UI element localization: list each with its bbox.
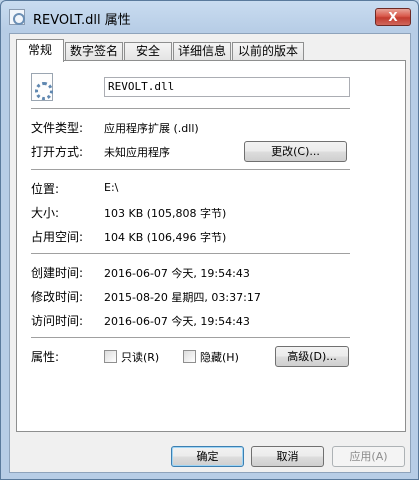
change-button[interactable]: 更改(C)... [244, 141, 347, 162]
apply-button[interactable]: 应用(A) [332, 446, 405, 467]
close-button[interactable]: X [375, 8, 411, 26]
opens-with-value: 未知应用程序 [104, 146, 170, 159]
dialog-client: 常规 数字签名 安全 详细信息 以前的版本 REVOLT.dll 文件类型: 应… [9, 33, 411, 473]
tab-details[interactable]: 详细信息 [173, 42, 231, 61]
hidden-label: 隐藏(H) [200, 351, 239, 364]
modified-label: 修改时间: [31, 290, 84, 304]
separator [31, 253, 350, 255]
readonly-checkbox-box[interactable] [104, 350, 117, 363]
ok-button[interactable]: 确定 [171, 446, 244, 467]
file-type-label: 文件类型: [31, 121, 84, 135]
hidden-checkbox-box[interactable] [183, 350, 196, 363]
opens-with-label: 打开方式: [31, 145, 84, 159]
modified-value: 2015-08-20 星期四, 03:37:17 [104, 291, 261, 304]
readonly-checkbox[interactable]: 只读(R) [104, 350, 184, 364]
location-value: E:\ [104, 181, 119, 194]
file-type-value: 应用程序扩展 (.dll) [104, 122, 199, 135]
location-label: 位置: [31, 182, 60, 196]
dll-file-icon [9, 9, 25, 25]
size-value: 103 KB (105,808 字节) [104, 207, 227, 220]
attributes-label: 属性: [31, 350, 60, 364]
created-value: 2016-06-07 今天, 19:54:43 [104, 267, 250, 280]
accessed-label: 访问时间: [31, 314, 84, 328]
tab-digital-signatures[interactable]: 数字签名 [65, 42, 123, 61]
disk-size-label: 占用空间: [31, 230, 84, 244]
tab-security[interactable]: 安全 [124, 42, 172, 61]
dll-file-icon [31, 73, 53, 101]
tab-general[interactable]: 常规 [16, 39, 64, 62]
file-name-input[interactable]: REVOLT.dll [104, 77, 350, 97]
separator [31, 108, 350, 110]
readonly-label: 只读(R) [121, 351, 160, 364]
window-title: REVOLT.dll 属性 [33, 13, 131, 28]
close-icon: X [388, 10, 398, 24]
hidden-checkbox[interactable]: 隐藏(H) [183, 350, 263, 364]
accessed-value: 2016-06-07 今天, 19:54:43 [104, 315, 250, 328]
title-bar[interactable]: REVOLT.dll 属性 X [1, 1, 418, 31]
tab-previous-versions[interactable]: 以前的版本 [232, 42, 304, 61]
cancel-button[interactable]: 取消 [251, 446, 324, 467]
created-label: 创建时间: [31, 266, 84, 280]
advanced-button[interactable]: 高级(D)... [275, 346, 349, 367]
separator [31, 337, 350, 339]
disk-size-value: 104 KB (106,496 字节) [104, 231, 227, 244]
separator [31, 169, 350, 171]
properties-window: REVOLT.dll 属性 X 常规 数字签名 安全 详细信息 以前的版本 RE… [0, 0, 419, 480]
general-panel: REVOLT.dll 文件类型: 应用程序扩展 (.dll) 打开方式: 未知应… [16, 60, 406, 432]
size-label: 大小: [31, 206, 60, 220]
